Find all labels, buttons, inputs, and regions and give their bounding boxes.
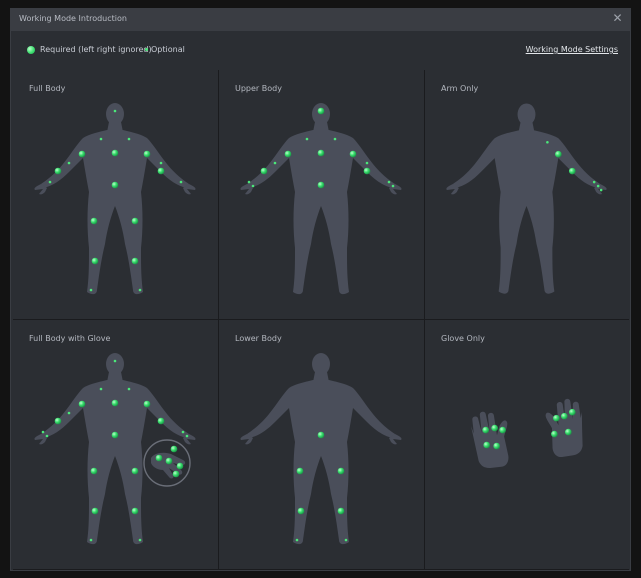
required-sensor-icon xyxy=(27,46,35,54)
legend-bar: Required (left right ignored) Optional W… xyxy=(11,31,630,71)
legend-required-label: Required (left right ignored) xyxy=(40,45,152,54)
full-body-figure xyxy=(34,103,196,295)
lower-body-figure xyxy=(240,353,402,545)
optional-sensor-icon xyxy=(145,48,148,51)
mode-card-full-body[interactable]: Full Body xyxy=(13,70,218,319)
working-mode-dialog: Working Mode Introduction ✕ Required (le… xyxy=(10,8,631,571)
window-title: Working Mode Introduction xyxy=(19,14,127,23)
mode-card-glove-only[interactable]: Glove Only xyxy=(425,320,629,569)
mode-card-upper-body[interactable]: Upper Body xyxy=(219,70,424,319)
title-bar: Working Mode Introduction ✕ xyxy=(11,9,630,31)
glove-zoom-icon xyxy=(143,439,191,487)
glove-only-figure xyxy=(470,398,583,468)
mode-card-lower-body[interactable]: Lower Body xyxy=(219,320,424,569)
legend-optional-label: Optional xyxy=(151,45,185,54)
working-mode-settings-link[interactable]: Working Mode Settings xyxy=(526,45,618,54)
close-icon[interactable]: ✕ xyxy=(611,12,624,25)
upper-body-figure xyxy=(240,103,402,295)
full-body-glove-figure xyxy=(34,353,196,545)
arm-only-figure xyxy=(446,103,607,294)
mode-card-arm-only[interactable]: Arm Only xyxy=(425,70,629,319)
mode-grid: Full Body Upper Body Arm Only Full Body … xyxy=(13,70,629,570)
mode-card-full-body-with-glove[interactable]: Full Body with Glove xyxy=(13,320,218,569)
left-glove-icon xyxy=(470,411,509,468)
right-glove-icon xyxy=(545,398,583,457)
